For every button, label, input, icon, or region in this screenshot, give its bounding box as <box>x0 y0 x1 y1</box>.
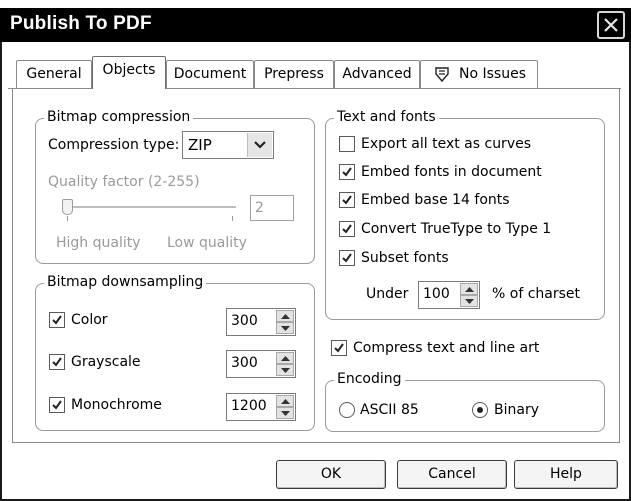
export-text-as-curves-label: Export all text as curves <box>361 136 532 152</box>
color-checkbox[interactable] <box>49 312 65 328</box>
help-button[interactable]: Help <box>514 460 618 489</box>
high-quality-label: High quality <box>56 235 141 251</box>
monochrome-label: Monochrome <box>71 397 162 413</box>
tab-general[interactable]: General <box>16 60 92 88</box>
color-label: Color <box>71 312 108 328</box>
title-bar: Publish To PDF <box>0 8 631 42</box>
checkmark-icon <box>52 357 62 367</box>
quality-slider-track <box>66 206 236 208</box>
checkmark-icon <box>342 253 352 263</box>
close-button[interactable] <box>597 11 625 39</box>
convert-truetype-label: Convert TrueType to Type 1 <box>361 221 552 237</box>
embed-fonts-label: Embed fonts in document <box>361 164 542 180</box>
chevron-down-icon <box>254 141 266 149</box>
close-icon <box>604 18 618 32</box>
tab-no-issues[interactable]: No Issues <box>420 60 538 88</box>
monochrome-resolution-spinner[interactable]: 1200 <box>226 393 296 421</box>
arrow-down-icon <box>281 326 290 331</box>
compress-text-label: Compress text and line art <box>353 340 540 356</box>
arrow-down-icon <box>281 411 290 416</box>
arrow-down-icon <box>281 368 290 373</box>
spin-up-button[interactable] <box>276 352 294 364</box>
spin-up-button[interactable] <box>276 395 294 407</box>
cancel-button[interactable]: Cancel <box>397 460 507 489</box>
charset-label: % of charset <box>492 286 580 302</box>
under-label: Under <box>366 286 409 302</box>
subset-threshold-spinner[interactable]: 100 <box>418 281 480 309</box>
tab-label: Advanced <box>342 66 412 82</box>
embed-fonts-checkbox[interactable] <box>339 164 355 180</box>
tab-objects[interactable]: Objects <box>92 56 166 89</box>
tab-document[interactable]: Document <box>166 60 254 88</box>
subset-threshold-value: 100 <box>423 286 450 302</box>
slider-tick <box>67 216 68 221</box>
radio-selected-dot <box>477 407 483 413</box>
checkmark-icon <box>52 315 62 325</box>
ok-button[interactable]: OK <box>276 460 386 489</box>
compression-type-value: ZIP <box>188 136 212 154</box>
checkmark-icon <box>342 195 352 205</box>
convert-truetype-checkbox[interactable] <box>339 221 355 237</box>
quality-factor-input[interactable]: 2 <box>250 195 294 221</box>
low-quality-label: Low quality <box>167 235 247 251</box>
window-title: Publish To PDF <box>10 13 152 34</box>
arrow-up-icon <box>281 399 290 404</box>
tab-label: Document <box>173 66 247 82</box>
tab-prepress[interactable]: Prepress <box>254 60 334 88</box>
quality-factor-value: 2 <box>255 200 264 216</box>
binary-label: Binary <box>494 402 539 418</box>
bitmap-compression-legend: Bitmap compression <box>44 109 194 125</box>
tab-label: General <box>26 66 82 82</box>
grayscale-resolution-value: 300 <box>231 355 258 371</box>
embed-base14-label: Embed base 14 fonts <box>361 192 510 208</box>
color-resolution-value: 300 <box>231 313 258 329</box>
embed-base14-checkbox[interactable] <box>339 192 355 208</box>
grayscale-checkbox[interactable] <box>49 354 65 370</box>
dropdown-button[interactable] <box>247 133 272 157</box>
subset-fonts-checkbox[interactable] <box>339 250 355 266</box>
compression-type-select[interactable]: ZIP <box>182 131 274 159</box>
binary-radio[interactable] <box>472 402 488 418</box>
spin-up-button[interactable] <box>460 283 478 295</box>
tab-label: No Issues <box>459 66 526 82</box>
checkmark-icon <box>334 343 344 353</box>
spin-up-button[interactable] <box>276 310 294 322</box>
tab-advanced[interactable]: Advanced <box>334 60 420 88</box>
spin-down-button[interactable] <box>276 322 294 334</box>
text-and-fonts-legend: Text and fonts <box>334 109 439 125</box>
encoding-legend: Encoding <box>334 371 405 387</box>
arrow-up-icon <box>465 287 474 292</box>
tab-label: Prepress <box>264 66 324 82</box>
compress-text-checkbox[interactable] <box>331 340 347 356</box>
checkmark-icon <box>52 400 62 410</box>
bitmap-downsampling-legend: Bitmap downsampling <box>44 274 207 290</box>
issues-icon <box>435 67 449 83</box>
spin-down-button[interactable] <box>460 295 478 307</box>
quality-slider-thumb[interactable] <box>62 199 73 215</box>
grayscale-resolution-spinner[interactable]: 300 <box>226 350 296 378</box>
monochrome-checkbox[interactable] <box>49 397 65 413</box>
spin-down-button[interactable] <box>276 364 294 376</box>
monochrome-resolution-value: 1200 <box>231 398 267 414</box>
arrow-up-icon <box>281 314 290 319</box>
spin-down-button[interactable] <box>276 407 294 419</box>
ascii85-radio[interactable] <box>339 402 355 418</box>
color-resolution-spinner[interactable]: 300 <box>226 308 296 336</box>
checkmark-icon <box>342 167 352 177</box>
grayscale-label: Grayscale <box>71 354 141 370</box>
slider-tick <box>232 216 233 221</box>
compression-type-label: Compression type: <box>48 137 180 153</box>
arrow-up-icon <box>281 356 290 361</box>
checkmark-icon <box>342 224 352 234</box>
tab-label: Objects <box>102 62 156 78</box>
ascii85-label: ASCII 85 <box>360 402 419 418</box>
arrow-down-icon <box>465 299 474 304</box>
export-text-as-curves-checkbox[interactable] <box>339 136 355 152</box>
quality-factor-label: Quality factor (2-255) <box>48 174 200 190</box>
subset-fonts-label: Subset fonts <box>361 250 449 266</box>
